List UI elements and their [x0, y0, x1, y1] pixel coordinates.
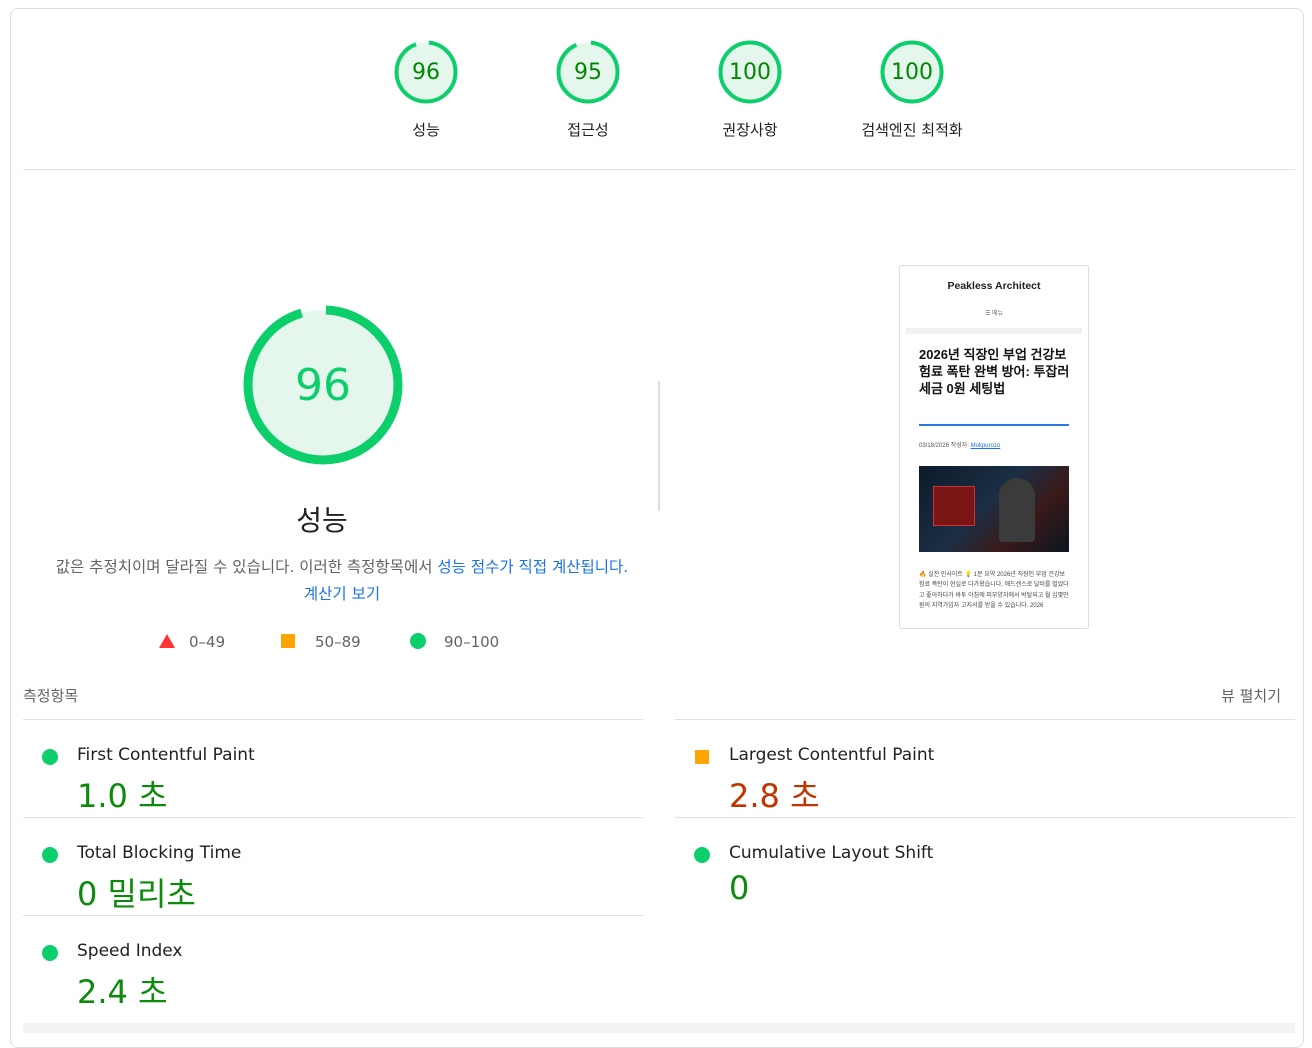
gauge-best-practices[interactable]: 100 권장사항 — [670, 39, 830, 140]
metrics-header: 측정항목 — [23, 687, 79, 705]
score-value: 100 — [729, 60, 771, 85]
alert-screen — [933, 486, 975, 526]
metric-title: Speed Index — [77, 941, 183, 961]
metric-value: 0 밀리초 — [77, 875, 196, 913]
thumb-meta: 03/18/2026 작성자: Mokpurozo — [919, 440, 1000, 449]
score-value: 100 — [891, 60, 933, 85]
performance-score-value: 96 — [295, 360, 351, 411]
score-ring: 100 — [880, 40, 944, 104]
metric-value: 2.4 초 — [77, 973, 168, 1011]
pass-circle-icon — [42, 749, 58, 765]
pass-circle-icon — [694, 847, 710, 863]
pass-circle-icon — [42, 847, 58, 863]
metric-tbt: Total Blocking Time 0 밀리초 — [23, 817, 643, 915]
thumb-rule — [919, 424, 1069, 426]
circle-icon — [410, 633, 426, 649]
metric-title: Largest Contentful Paint — [729, 745, 935, 765]
metric-lcp: Largest Contentful Paint 2.8 초 — [675, 719, 1295, 817]
category-summary: 96 성능 95 접근성 100 권장사항 100 검색엔진 최적화 — [23, 9, 1295, 170]
pass-circle-icon — [42, 945, 58, 961]
score-value: 95 — [574, 60, 602, 85]
performance-description: 값은 추정치이며 달라질 수 있습니다. 이러한 측정항목에서 성능 점수가 직… — [51, 554, 633, 608]
metric-title: Cumulative Layout Shift — [729, 843, 934, 863]
performance-score-ring: 96 — [243, 305, 403, 465]
section-footer-bar — [23, 1023, 1295, 1033]
legend-average: 50–89 — [281, 633, 361, 651]
thumb-site-title: Peakless Architect — [947, 280, 1041, 292]
score-ring: 96 — [394, 40, 458, 104]
thumb-author: Mokpurozo — [970, 443, 1001, 449]
thumb-featured-image — [919, 466, 1069, 552]
metric-title: First Contentful Paint — [77, 745, 255, 765]
gauge-seo[interactable]: 100 검색엔진 최적화 — [832, 39, 992, 140]
score-calculation-link[interactable]: 성능 점수가 직접 계산됩니다. — [437, 558, 628, 576]
person-figure — [999, 478, 1035, 542]
performance-title: 성능 — [296, 504, 348, 537]
vertical-divider — [658, 381, 660, 511]
lighthouse-report-card: 96 성능 95 접근성 100 권장사항 100 검색엔진 최적화 96 성능… — [10, 8, 1304, 1048]
legend-range: 90–100 — [444, 633, 500, 651]
metric-value: 2.8 초 — [729, 777, 820, 815]
metric-speed-index: Speed Index 2.4 초 — [23, 915, 643, 1013]
metric-title: Total Blocking Time — [77, 843, 242, 863]
gauge-label: 성능 — [412, 121, 440, 139]
metric-value: 1.0 초 — [77, 777, 168, 815]
performance-gauge: 96 — [241, 303, 405, 471]
legend-range: 0–49 — [189, 633, 226, 651]
triangle-icon — [159, 634, 175, 648]
metric-cls: Cumulative Layout Shift 0 — [675, 817, 1295, 915]
legend-range: 50–89 — [315, 633, 361, 651]
score-value: 96 — [412, 60, 440, 85]
average-square-icon — [695, 750, 709, 764]
gauge-label: 접근성 — [567, 121, 609, 139]
thumb-date: 03/18/2026 작성자: — [919, 443, 971, 449]
description-text: 값은 추정치이며 달라질 수 있습니다. 이러한 측정항목에서 — [55, 558, 438, 576]
calculator-link[interactable]: 계산기 보기 — [304, 585, 380, 603]
final-screenshot[interactable]: Peakless Architect ☰ 메뉴 2026년 직장인 부업 건강보… — [899, 265, 1089, 629]
gauge-performance[interactable]: 96 성능 — [346, 39, 506, 140]
expand-view-toggle[interactable]: 뷰 펼치기 — [1221, 685, 1281, 706]
metric-value: 0 — [729, 869, 750, 907]
score-ring: 95 — [556, 40, 620, 104]
thumb-headline: 2026년 직장인 부업 건강보험료 폭탄 완벽 방어: 투잡러 세금 0원 세… — [919, 347, 1070, 396]
thumb-bar — [906, 328, 1082, 334]
thumb-body-text: 🔥 실전 인사이트 💡 1분 요약 2026년 직장인 부업 건강보험료 폭탄이… — [919, 572, 1069, 610]
thumb-menu: ☰ 메뉴 — [984, 311, 1004, 317]
square-icon — [281, 634, 295, 648]
gauge-label: 권장사항 — [722, 121, 778, 139]
gauge-accessibility[interactable]: 95 접근성 — [508, 39, 668, 140]
metric-fcp: First Contentful Paint 1.0 초 — [23, 719, 643, 817]
score-ring: 100 — [718, 40, 782, 104]
legend-pass: 90–100 — [410, 633, 499, 651]
legend-fail: 0–49 — [159, 633, 225, 651]
gauge-label: 검색엔진 최적화 — [861, 121, 963, 139]
